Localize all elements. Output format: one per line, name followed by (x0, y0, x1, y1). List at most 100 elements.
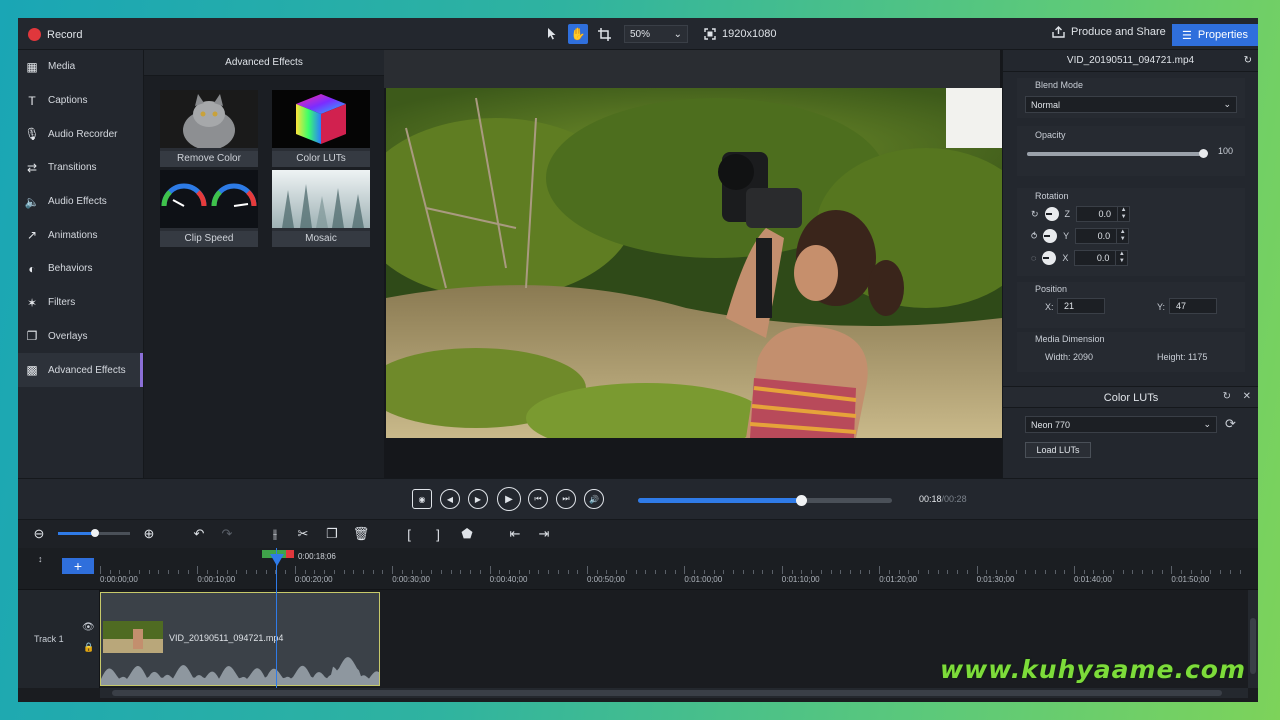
stepper-arrows-icon[interactable]: ▲ ▼ (1118, 206, 1131, 222)
playback-progress-thumb[interactable] (795, 495, 807, 506)
zoom-in-icon[interactable]: ⊕ (140, 525, 158, 543)
go-end-icon[interactable]: ⇥ (535, 525, 553, 543)
opacity-slider-thumb[interactable] (1199, 149, 1208, 158)
stepper-arrows-icon[interactable]: ▲ ▼ (1117, 228, 1130, 244)
undo-icon[interactable]: ↶ (190, 525, 208, 543)
reset-icon[interactable]: ↻ (1223, 391, 1231, 402)
rotation-y-input[interactable]: 0.0 ▲ ▼ (1075, 228, 1130, 244)
record-button[interactable]: Record (28, 28, 82, 41)
zoom-select[interactable]: 50% ⌄ (624, 25, 688, 43)
video-clip[interactable]: VID_20190511_094721.mp4 (100, 592, 380, 686)
rotation-y-value[interactable]: 0.0 (1075, 228, 1118, 244)
color-luts-title: Color LUTs (1103, 392, 1159, 404)
load-luts-button[interactable]: Load LUTs (1025, 442, 1091, 458)
rotation-x-input[interactable]: 0.0 ▲ ▼ (1074, 250, 1129, 266)
rotate-y-icon: ⥀ (1031, 230, 1038, 241)
sidebar-item-behaviors[interactable]: ◐ Behaviors (18, 252, 143, 286)
opacity-slider-track[interactable] (1027, 149, 1208, 158)
split-icon[interactable]: ⫲ (266, 525, 284, 543)
properties-button[interactable]: ☰ Properties (1172, 24, 1258, 46)
sidebar-item-captions[interactable]: T Captions (18, 84, 143, 118)
sidebar-item-audio-effects[interactable]: 🔈 Audio Effects (18, 185, 143, 219)
track-height-icon[interactable]: ↕ (38, 554, 43, 564)
video-frame[interactable] (386, 88, 1002, 438)
go-start-icon[interactable]: ⇤ (506, 525, 524, 543)
ruler-tick-mark (255, 570, 257, 574)
ruler-tick-mark (567, 570, 569, 574)
next-frame-icon[interactable]: ▶ (468, 489, 488, 509)
play-icon[interactable]: ▶ (497, 487, 521, 511)
ruler-tick-mark (1005, 570, 1007, 574)
blend-mode-select[interactable]: Normal ⌄ (1025, 96, 1237, 113)
add-track-button[interactable]: + (62, 558, 94, 574)
rotation-y-axis: Y (1063, 231, 1070, 241)
snapshot-icon[interactable]: ◉ (412, 489, 432, 509)
rotation-z-value[interactable]: 0.0 (1076, 206, 1119, 222)
crop-icon[interactable] (594, 24, 614, 44)
effect-tile-mosaic[interactable]: Mosaic (272, 170, 370, 247)
video-frame-image (386, 88, 1002, 438)
pointer-icon[interactable] (542, 24, 562, 44)
volume-icon[interactable]: 🔊 (584, 489, 604, 509)
mark-out-icon[interactable]: ] (429, 525, 447, 543)
timeline-ruler[interactable]: ↕ + 0:00:00;00 0:00:10;00 0:00:20;00 0:00:3… (18, 548, 1258, 590)
prev-frame-icon[interactable]: ◀ (440, 489, 460, 509)
effect-tile-remove-color[interactable]: Remove Color (160, 90, 258, 167)
playhead-handle[interactable] (270, 554, 284, 566)
rotation-x-knob[interactable] (1042, 251, 1057, 265)
position-x-input[interactable]: 21 (1057, 298, 1105, 314)
refresh-icon[interactable]: ⟳ (1225, 416, 1236, 432)
sidebar-item-transitions[interactable]: ⇄ Transitions (18, 151, 143, 185)
produce-share-button[interactable]: Produce and Share (1052, 26, 1166, 38)
lut-preset-value: Neon 770 (1031, 419, 1071, 430)
redo-icon[interactable]: ↷ (218, 525, 236, 543)
ruler-tick-label: 0:01:30;00 (976, 575, 1015, 584)
marker-icon[interactable]: ⬟ (458, 525, 476, 543)
zoom-out-icon[interactable]: ⊖ (30, 525, 48, 543)
stepper-arrows-icon[interactable]: ▲ ▼ (1116, 250, 1129, 266)
ruler-tick-mark (937, 570, 939, 574)
rotation-z-input[interactable]: 0.0 ▲ ▼ (1076, 206, 1131, 222)
sidebar-item-advanced-effects[interactable]: ▩ Advanced Effects (18, 353, 143, 387)
rotation-y-knob[interactable] (1043, 229, 1058, 243)
delete-icon[interactable]: 🗑 (352, 525, 370, 543)
record-icon (28, 28, 41, 41)
filters-icon: ✶ (26, 295, 38, 310)
scrollbar-thumb[interactable] (112, 690, 1222, 696)
playhead-time: 0:00:18;06 (298, 552, 336, 561)
sidebar-item-overlays[interactable]: ❐ Overlays (18, 320, 143, 354)
close-icon[interactable]: ✕ (1243, 391, 1251, 402)
lock-icon[interactable]: 🔒 (83, 642, 94, 653)
rotation-z-knob[interactable] (1044, 207, 1059, 221)
effect-tile-color-luts[interactable]: Color LUTs (272, 90, 370, 167)
ruler-tick-mark (996, 570, 998, 574)
vertical-scrollbar[interactable] (1248, 590, 1258, 688)
vscroll-thumb[interactable] (1250, 618, 1256, 674)
resolution-control[interactable]: 1920x1080 (704, 28, 776, 40)
effect-tile-clip-speed[interactable]: Clip Speed (160, 170, 258, 247)
lut-preset-select[interactable]: Neon 770 ⌄ (1025, 416, 1217, 433)
cut-icon[interactable]: ✂ (294, 525, 312, 543)
opacity-value: 100 (1217, 146, 1233, 156)
sidebar-item-filters[interactable]: ✶ Filters (18, 286, 143, 320)
position-y-input[interactable]: 47 (1169, 298, 1217, 314)
playback-progress-track[interactable] (638, 495, 892, 506)
timeline-zoom-slider[interactable] (58, 529, 130, 537)
skip-start-icon[interactable]: ⏮ (528, 489, 548, 509)
ruler-tick-mark (1181, 570, 1183, 574)
ruler-tick-mark (986, 570, 988, 574)
ruler-tick-mark (1190, 570, 1192, 574)
skip-end-icon[interactable]: ⏭ (556, 489, 576, 509)
horizontal-scrollbar[interactable] (100, 688, 1248, 698)
sidebar-item-audio-recorder[interactable]: 🎙 Audio Recorder (18, 117, 143, 151)
mark-in-icon[interactable]: [ (400, 525, 418, 543)
copy-icon[interactable]: ❐ (323, 525, 341, 543)
reset-icon[interactable]: ↻ (1244, 50, 1252, 72)
eye-icon[interactable]: 👁 (82, 622, 95, 633)
hand-icon[interactable]: ✋ (568, 24, 588, 44)
sidebar-item-animations[interactable]: ↗ Animations (18, 218, 143, 252)
ruler-tick-mark (1035, 570, 1037, 574)
sidebar-item-media[interactable]: ▦ Media (18, 50, 143, 84)
rotation-x-value[interactable]: 0.0 (1074, 250, 1117, 266)
timeline-zoom-thumb[interactable] (91, 529, 99, 537)
